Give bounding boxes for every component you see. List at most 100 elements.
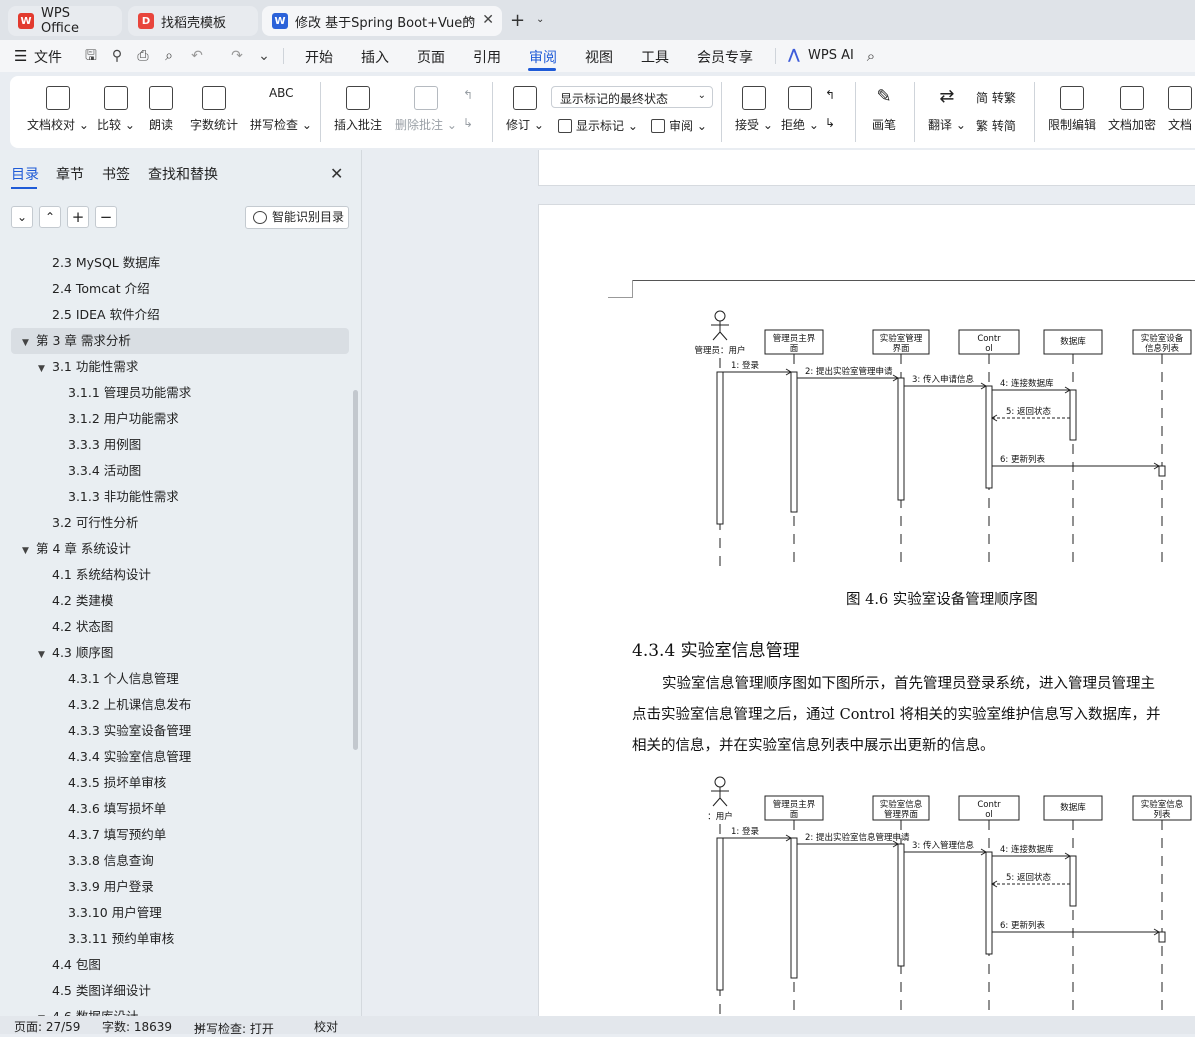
toc-item[interactable]: 2.5 IDEA 软件介绍 bbox=[0, 302, 350, 328]
toc-item[interactable]: ▼4.6 数据库设计 bbox=[0, 1004, 350, 1016]
remove-heading-button[interactable]: − bbox=[95, 206, 117, 228]
toc-item[interactable]: 3.1.1 管理员功能需求 bbox=[0, 380, 350, 406]
tab-sections[interactable]: 章节 bbox=[56, 164, 84, 184]
show-markup-button[interactable]: 显示标记 ⌄ bbox=[558, 117, 638, 134]
add-heading-button[interactable]: + bbox=[67, 206, 89, 228]
menu-tools[interactable]: 工具 bbox=[641, 47, 669, 67]
prev-comment-icon[interactable]: ↰ bbox=[463, 88, 473, 102]
page-indicator[interactable]: 页面: 27/59 bbox=[14, 1018, 80, 1035]
word-count-indicator[interactable]: 字数: 18639 bbox=[102, 1018, 172, 1035]
search-icon[interactable]: ⌕ bbox=[863, 48, 879, 64]
to-simplified-button[interactable]: 繁 转简 bbox=[976, 117, 1016, 134]
prev-change-icon[interactable]: ↰ bbox=[825, 88, 835, 102]
toc-item[interactable]: 3.2 可行性分析 bbox=[0, 510, 350, 536]
toc-item[interactable]: ▼ 第 4 章 系统设计 bbox=[0, 536, 350, 562]
doc-check-button[interactable]: 文档校对 ⌄ bbox=[27, 86, 89, 133]
close-pane-icon[interactable]: ✕ bbox=[330, 164, 343, 183]
toc-item[interactable]: 2.3 MySQL 数据库 bbox=[0, 250, 350, 276]
translate-button[interactable]: ⇄ 翻译 ⌄ bbox=[928, 86, 966, 133]
toc-item[interactable]: 4.2 状态图 bbox=[0, 614, 350, 640]
hamburger-icon[interactable]: ☰ bbox=[14, 47, 27, 65]
expand-triangle-icon[interactable]: ▼ bbox=[38, 356, 52, 382]
toc-item[interactable]: ▼ 3.1 功能性需求 bbox=[0, 354, 350, 380]
spell-check-button[interactable]: ABC 拼写检查 ⌄ bbox=[250, 86, 312, 133]
tab-template[interactable]: D 找稻壳模板 bbox=[128, 6, 258, 36]
expand-triangle-icon[interactable]: ▼ bbox=[38, 642, 52, 668]
redo-icon[interactable]: ↷ bbox=[229, 48, 245, 64]
toc-item[interactable]: ▼ 4.3 顺序图 bbox=[0, 640, 350, 666]
next-comment-icon[interactable]: ↳ bbox=[463, 116, 473, 130]
close-tab-icon[interactable]: ✕ bbox=[482, 12, 494, 28]
tab-bookmarks[interactable]: 书签 bbox=[102, 164, 130, 184]
insert-comment-button[interactable]: 插入批注 bbox=[334, 86, 382, 133]
tab-toc[interactable]: 目录 bbox=[11, 164, 39, 184]
toc-item[interactable]: 4.3.3 实验室设备管理 bbox=[0, 718, 350, 744]
spell-check-indicator[interactable]: 拼写检查: 打开 ⌄ bbox=[194, 1018, 274, 1036]
toc-item[interactable]: 4.4 包图 bbox=[0, 952, 350, 978]
toc-item[interactable]: 4.3.6 填写损坏单 bbox=[0, 796, 350, 822]
track-changes-button[interactable]: 修订 ⌄ bbox=[506, 86, 544, 133]
toc-item[interactable]: ▼ 第 3 章 需求分析 bbox=[11, 328, 349, 354]
toc-item[interactable]: 4.3.7 填写预约单 bbox=[0, 822, 350, 848]
reject-button[interactable]: 拒绝 ⌄ bbox=[781, 86, 819, 133]
toc-item[interactable]: 4.3.5 损坏单审核 bbox=[0, 770, 350, 796]
undo-icon[interactable]: ↶ bbox=[189, 48, 205, 64]
toc-item[interactable]: 2.4 Tomcat 介绍 bbox=[0, 276, 350, 302]
toc-item[interactable]: 3.3.11 预约单审核 bbox=[0, 926, 350, 952]
menu-insert[interactable]: 插入 bbox=[361, 47, 389, 67]
delete-comment-button[interactable]: 删除批注 ⌄ bbox=[395, 86, 457, 133]
toc-item[interactable]: 3.3.3 用例图 bbox=[0, 432, 350, 458]
expand-triangle-icon[interactable]: ▼ bbox=[22, 330, 36, 356]
chevron-down-icon[interactable]: ⌄ bbox=[256, 48, 272, 64]
toc-item[interactable]: 4.1 系统结构设计 bbox=[0, 562, 350, 588]
proofread-indicator[interactable]: 校对 bbox=[314, 1018, 338, 1035]
toc-item[interactable]: 3.3.4 活动图 bbox=[0, 458, 350, 484]
toc-scrollbar[interactable] bbox=[353, 390, 358, 750]
expand-down-button[interactable]: ⌄ bbox=[11, 206, 33, 228]
toc-item[interactable]: 4.5 类图详细设计 bbox=[0, 978, 350, 1004]
toc-item[interactable]: 3.1.2 用户功能需求 bbox=[0, 406, 350, 432]
collapse-up-button[interactable]: ⌃ bbox=[39, 206, 61, 228]
toc-item[interactable]: 4.2 类建模 bbox=[0, 588, 350, 614]
pen-button[interactable]: ✎ 画笔 bbox=[872, 86, 896, 133]
tab-find-replace[interactable]: 查找和替换 bbox=[148, 164, 218, 184]
smart-toc-button[interactable]: 智能识别目录 bbox=[245, 206, 349, 229]
read-aloud-button[interactable]: 朗读 bbox=[149, 86, 173, 133]
toc-item[interactable]: 3.3.8 信息查询 bbox=[0, 848, 350, 874]
toc-item[interactable]: 3.3.10 用户管理 bbox=[0, 900, 350, 926]
tab-wps-office[interactable]: W WPS Office bbox=[8, 6, 122, 36]
print-icon[interactable]: ⎙ bbox=[135, 48, 151, 64]
markup-display-select[interactable]: 显示标记的最终状态 ⌄ bbox=[551, 86, 713, 108]
chevron-down-icon[interactable]: ⌄ bbox=[536, 14, 544, 25]
expand-triangle-icon[interactable]: ▼ bbox=[38, 1006, 52, 1016]
restrict-edit-button[interactable]: 限制编辑 bbox=[1048, 86, 1096, 133]
word-count-button[interactable]: 字数统计 bbox=[190, 86, 238, 133]
review-pane-button[interactable]: 审阅 ⌄ bbox=[651, 117, 707, 134]
tab-document[interactable]: W 修改 基于Spring Boot+Vue的 ▭ ✕ bbox=[262, 6, 502, 36]
toc-item[interactable]: 3.3.9 用户登录 bbox=[0, 874, 350, 900]
accept-button[interactable]: 接受 ⌄ bbox=[735, 86, 773, 133]
toc-item[interactable]: 3.1.3 非功能性需求 bbox=[0, 484, 350, 510]
expand-triangle-icon[interactable]: ▼ bbox=[22, 538, 36, 564]
toc-item[interactable]: 4.3.2 上机课信息发布 bbox=[0, 692, 350, 718]
toc-item[interactable]: 4.3.4 实验室信息管理 bbox=[0, 744, 350, 770]
menu-member[interactable]: 会员专享 bbox=[697, 47, 753, 67]
menu-home[interactable]: 开始 bbox=[305, 47, 333, 67]
new-tab-plus-icon[interactable]: + bbox=[510, 10, 525, 31]
menu-view[interactable]: 视图 bbox=[585, 47, 613, 67]
share-icon[interactable]: ⚲ bbox=[109, 48, 125, 64]
menu-page[interactable]: 页面 bbox=[417, 47, 445, 67]
menu-references[interactable]: 引用 bbox=[473, 47, 501, 67]
doc-more-button[interactable]: 文档 bbox=[1168, 86, 1195, 133]
doc-encrypt-button[interactable]: 文档加密 bbox=[1108, 86, 1156, 133]
monitor-icon[interactable]: ▭ bbox=[464, 12, 474, 25]
wps-ai-icon[interactable]: ⋀ bbox=[788, 47, 800, 63]
toc-item[interactable]: 4.3.1 个人信息管理 bbox=[0, 666, 350, 692]
to-traditional-button[interactable]: 简 转繁 bbox=[976, 89, 1016, 106]
menu-review[interactable]: 审阅 bbox=[529, 47, 557, 67]
save-icon[interactable]: 🖫 bbox=[83, 48, 99, 64]
menu-file[interactable]: 文件 bbox=[34, 47, 62, 67]
compare-button[interactable]: 比较 ⌄ bbox=[97, 86, 135, 133]
wps-ai-button[interactable]: WPS AI bbox=[808, 48, 854, 63]
next-change-icon[interactable]: ↳ bbox=[825, 116, 835, 130]
